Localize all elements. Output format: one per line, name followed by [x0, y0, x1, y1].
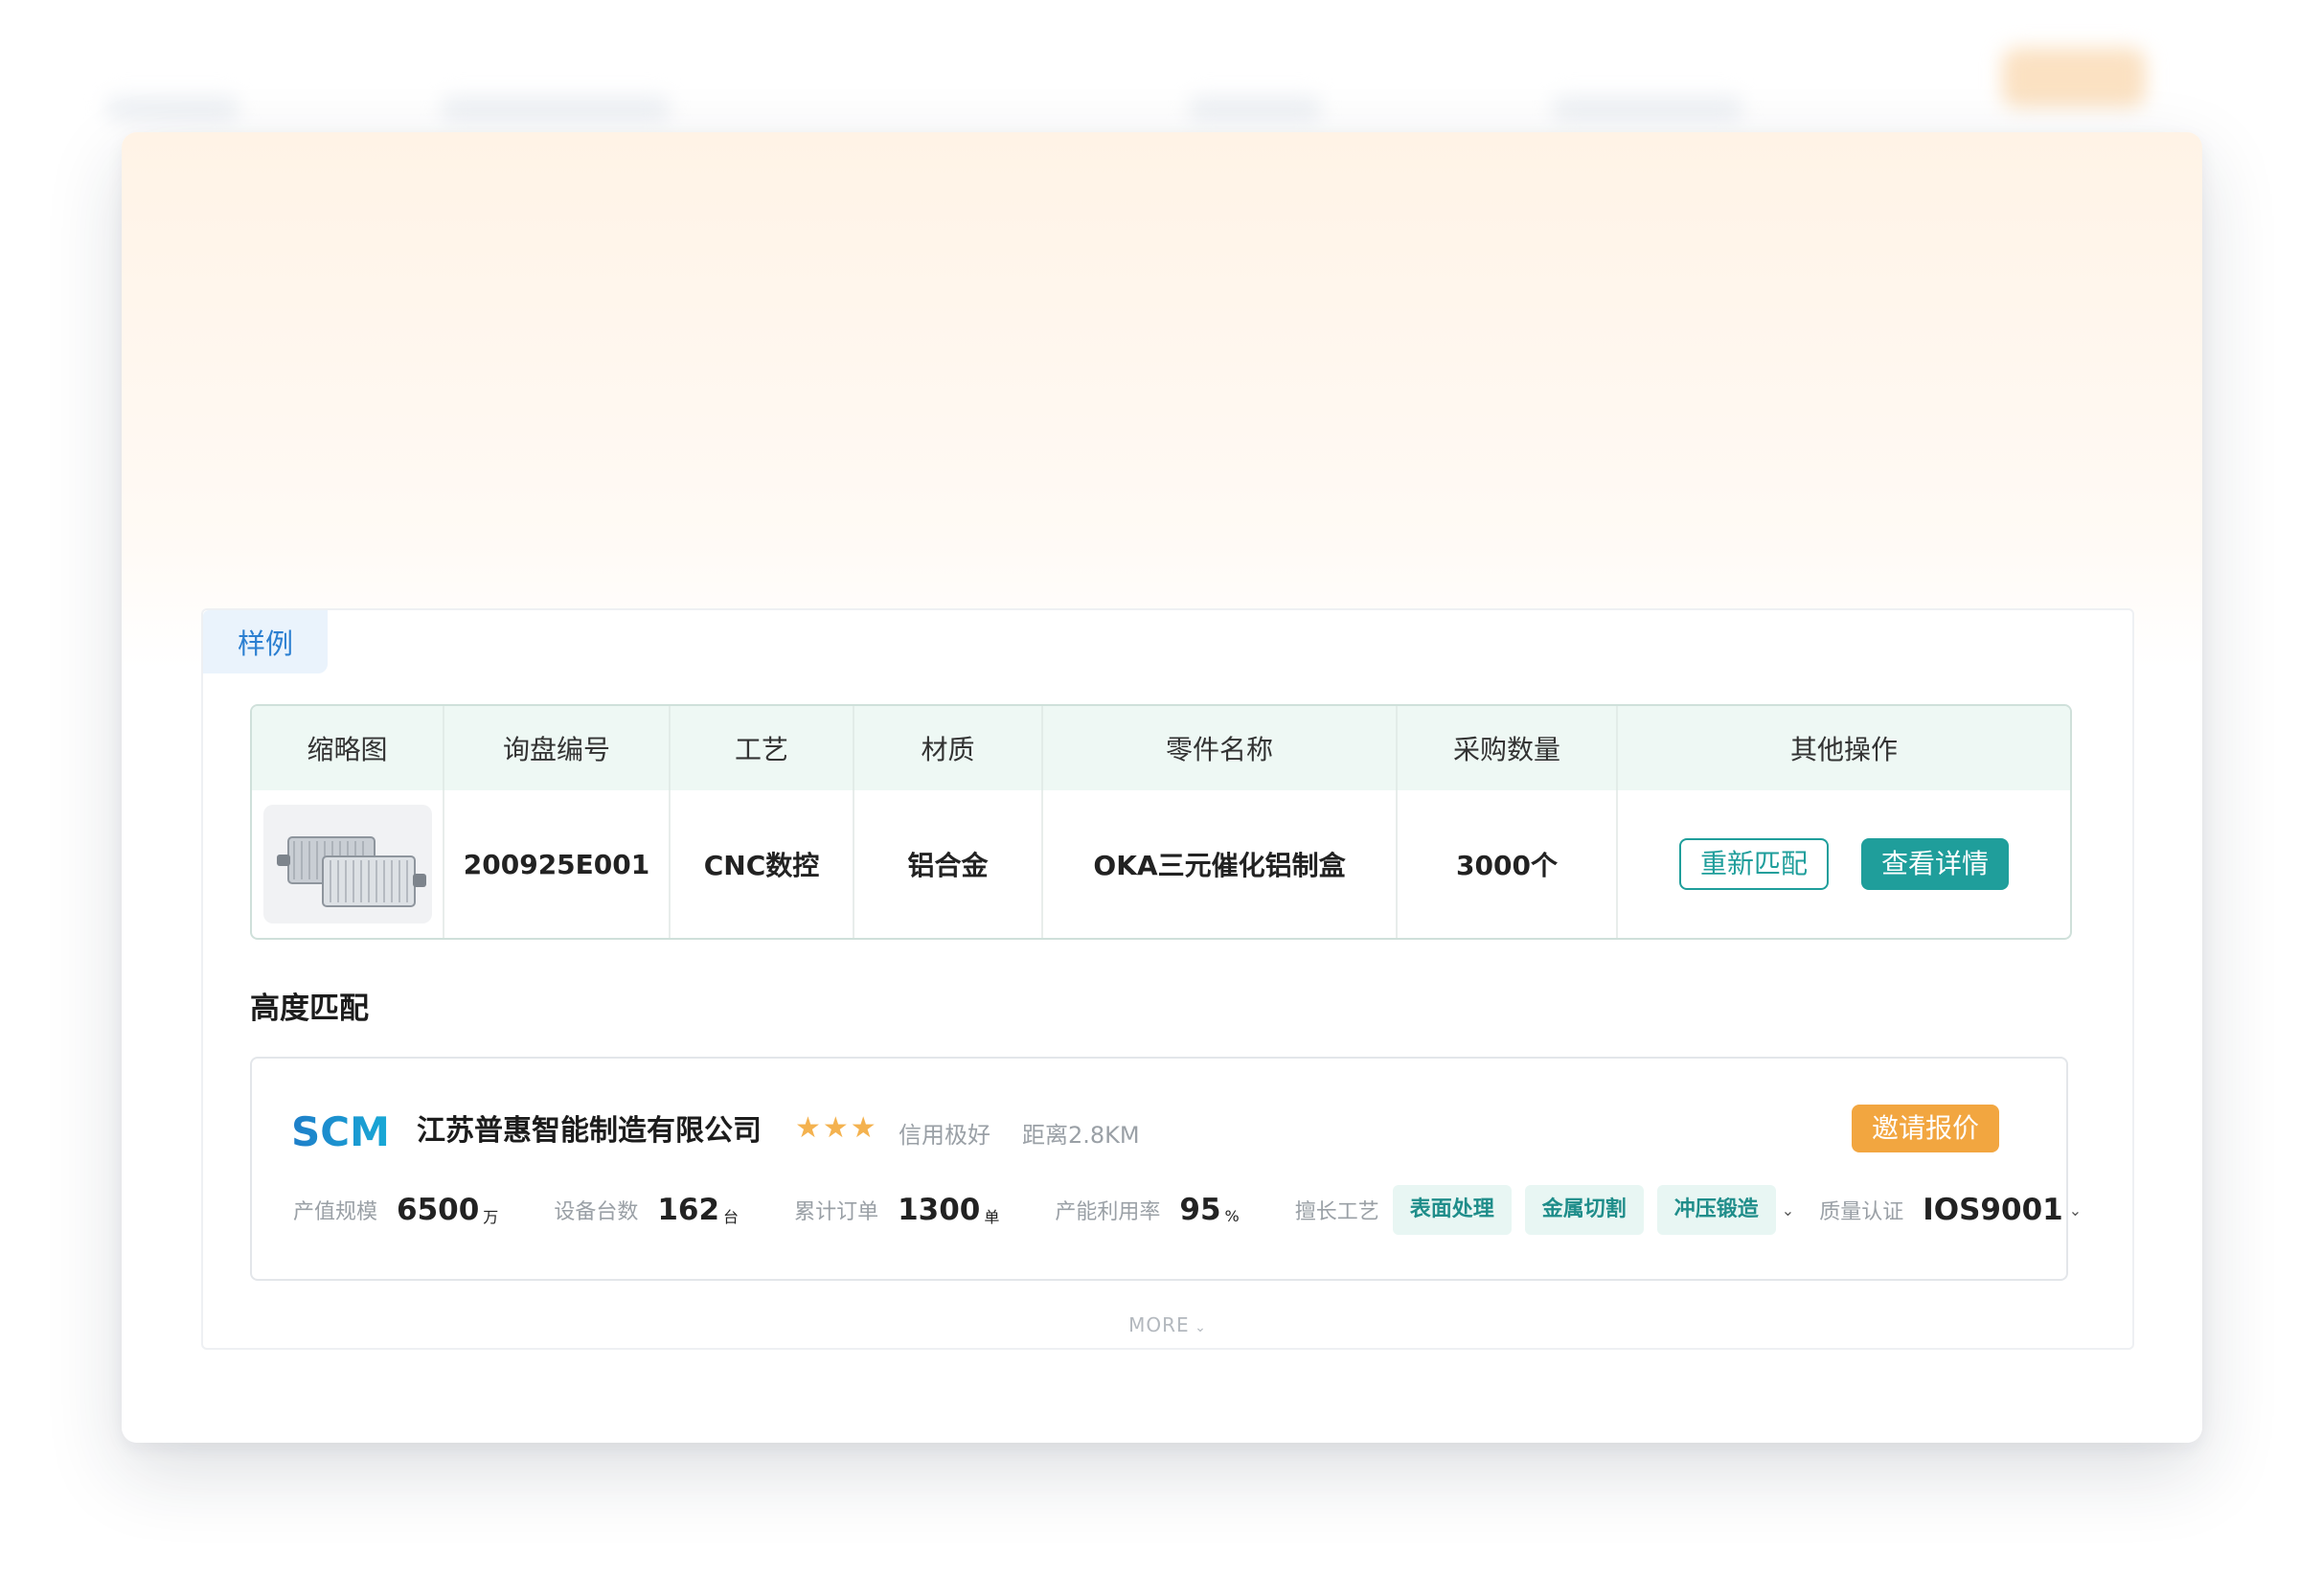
- skill-tag[interactable]: 金属切割: [1524, 1185, 1644, 1235]
- scale-unit: 万: [483, 1208, 499, 1226]
- supplier-logo: SCM: [291, 1108, 397, 1155]
- inquiry-no-cell: 200925E001: [444, 790, 671, 938]
- scale-label: 产值规模: [293, 1200, 378, 1224]
- orders-label: 累计订单: [794, 1200, 879, 1224]
- section-title-high-match: 高度匹配: [250, 992, 369, 1026]
- header-thumbnail: 缩略图: [252, 706, 444, 790]
- actions-cell: 重新匹配 查看详情: [1617, 790, 2070, 938]
- cert-expand-chevron-icon[interactable]: ⌄: [2069, 1201, 2082, 1220]
- equipment-unit: 台: [723, 1208, 740, 1226]
- header-material: 材质: [854, 706, 1043, 790]
- equipment-value: 162: [657, 1193, 720, 1227]
- utilization-value: 95: [1179, 1193, 1221, 1227]
- orders-value: 1300: [898, 1193, 981, 1227]
- cert-label: 质量认证: [1819, 1200, 1904, 1224]
- credit-stars-icon: ★★★: [795, 1111, 878, 1145]
- svg-text:SCM: SCM: [291, 1109, 390, 1151]
- inquiry-table: 缩略图 询盘编号 工艺 材质 零件名称 采购数量 其他操作 200925E001…: [250, 704, 2072, 940]
- header-process: 工艺: [670, 706, 854, 790]
- view-details-button[interactable]: 查看详情: [1861, 838, 2009, 890]
- table-row: 200925E001 CNC数控 铝合金 OKA三元催化铝制盒 3000个 重新…: [252, 790, 2070, 938]
- more-chevron-icon: ⌄: [1189, 1320, 1207, 1335]
- sample-panel: 样例 缩略图 询盘编号 工艺 材质 零件名称 采购数量 其他操作 200925E…: [201, 608, 2134, 1350]
- orders-unit: 单: [984, 1208, 1000, 1226]
- more-label: MORE: [1128, 1313, 1190, 1336]
- invite-quote-button[interactable]: 邀请报价: [1852, 1105, 1999, 1152]
- tab-sample[interactable]: 样例: [203, 610, 328, 673]
- quantity-cell: 3000个: [1397, 790, 1618, 938]
- header-part-name: 零件名称: [1042, 706, 1398, 790]
- rematch-button[interactable]: 重新匹配: [1679, 838, 1829, 890]
- process-cell: CNC数控: [670, 790, 854, 938]
- header-inquiry-no: 询盘编号: [444, 706, 671, 790]
- cert-value[interactable]: IOS9001: [1923, 1193, 2063, 1227]
- thumbnail-cell: [252, 790, 444, 938]
- supplier-metrics: 产值规模 6500 万 设备台数 162 台 累计订单 1300 单 产能利用率…: [293, 1183, 2082, 1237]
- utilization-unit: %: [1224, 1206, 1240, 1225]
- skill-tag[interactable]: 表面处理: [1392, 1185, 1512, 1235]
- credit-rating-text: 信用极好: [899, 1122, 990, 1149]
- utilization-label: 产能利用率: [1055, 1200, 1161, 1224]
- material-cell: 铝合金: [854, 790, 1043, 938]
- equipment-label: 设备台数: [554, 1200, 639, 1224]
- part-name-cell: OKA三元催化铝制盒: [1042, 790, 1398, 938]
- main-card: 样例 缩略图 询盘编号 工艺 材质 零件名称 采购数量 其他操作 200925E…: [122, 132, 2202, 1443]
- table-header-row: 缩略图 询盘编号 工艺 材质 零件名称 采购数量 其他操作: [252, 706, 2070, 790]
- skill-tag[interactable]: 冲压锻造: [1656, 1185, 1776, 1235]
- scale-value: 6500: [397, 1193, 480, 1227]
- part-thumbnail-image[interactable]: [262, 805, 432, 923]
- header-actions: 其他操作: [1617, 706, 2070, 790]
- header-quantity: 采购数量: [1397, 706, 1618, 790]
- company-name[interactable]: 江苏普惠智能制造有限公司: [417, 1106, 762, 1149]
- distance-text: 距离2.8KM: [1022, 1122, 1140, 1149]
- more-link[interactable]: MORE ⌄: [203, 1313, 2132, 1336]
- supplier-card[interactable]: SCM 江苏普惠智能制造有限公司 ★★★ 信用极好 距离2.8KM 邀请报价 产…: [250, 1057, 2082, 1281]
- skills-label: 擅长工艺: [1294, 1200, 1379, 1224]
- skills-expand-chevron-icon[interactable]: ⌄: [1782, 1201, 1794, 1220]
